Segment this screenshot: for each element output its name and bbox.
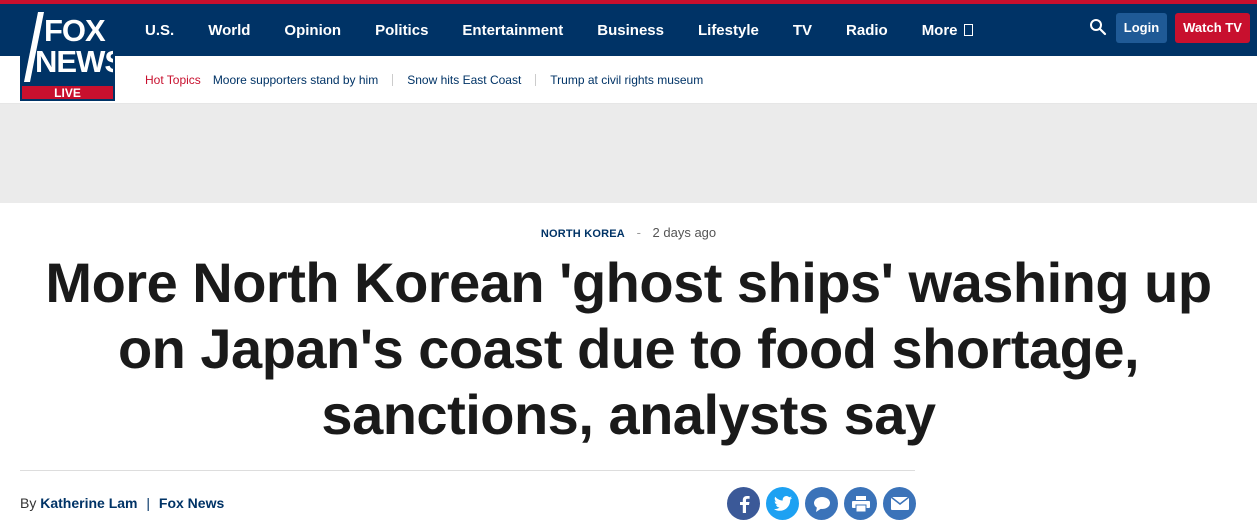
article-category-link[interactable]: NORTH KOREA xyxy=(541,228,625,240)
nav-item-more-label: More xyxy=(921,21,958,39)
nav-item-world[interactable]: World xyxy=(208,22,250,39)
print-share-button[interactable] xyxy=(844,487,877,520)
meta-separator: - xyxy=(636,225,641,240)
nav-item-politics[interactable]: Politics xyxy=(375,22,428,39)
article-timestamp: 2 days ago xyxy=(652,225,717,240)
fox-news-logo[interactable]: FOX NEWS LIVE xyxy=(20,8,115,101)
print-icon xyxy=(851,495,870,512)
facebook-share-button[interactable] xyxy=(727,487,760,520)
nav-item-us[interactable]: U.S. xyxy=(145,22,174,39)
nav-item-more[interactable]: More xyxy=(922,22,973,39)
hot-topic-link[interactable]: Trump at civil rights museum xyxy=(535,74,717,86)
hot-topics-label: Hot Topics xyxy=(145,73,201,87)
hot-topics: Hot Topics Moore supporters stand by him… xyxy=(145,56,717,104)
logo-fox-text: FOX xyxy=(44,13,106,48)
nav-item-radio[interactable]: Radio xyxy=(846,22,888,39)
byline-divider xyxy=(20,470,915,471)
byline-prefix: By xyxy=(20,495,37,511)
nav-item-business[interactable]: Business xyxy=(597,22,664,39)
facebook-icon xyxy=(739,495,750,513)
nav-item-entertainment[interactable]: Entertainment xyxy=(462,22,563,39)
share-buttons xyxy=(727,487,922,520)
twitter-share-button[interactable] xyxy=(766,487,799,520)
byline-separator: | xyxy=(146,495,151,511)
email-share-button[interactable] xyxy=(883,487,916,520)
source-link[interactable]: Fox News xyxy=(159,495,224,511)
logo-live-badge: LIVE xyxy=(22,86,113,99)
hot-topic-link[interactable]: Moore supporters stand by him xyxy=(213,74,392,86)
article-byline: By Katherine Lam | Fox News xyxy=(20,495,224,511)
login-button[interactable]: Login xyxy=(1116,13,1167,43)
twitter-icon xyxy=(773,496,792,511)
search-icon[interactable] xyxy=(1089,18,1107,36)
ad-placeholder xyxy=(0,104,1257,203)
comment-icon xyxy=(813,496,830,512)
comment-share-button[interactable] xyxy=(805,487,838,520)
author-link[interactable]: Katherine Lam xyxy=(40,495,137,511)
primary-nav: U.S. World Opinion Politics Entertainmen… xyxy=(145,4,1007,56)
more-menu-icon xyxy=(963,24,973,36)
nav-item-opinion[interactable]: Opinion xyxy=(284,22,341,39)
nav-item-lifestyle[interactable]: Lifestyle xyxy=(698,22,759,39)
watch-tv-button[interactable]: Watch TV xyxy=(1175,13,1250,43)
email-icon xyxy=(890,497,909,510)
article-headline: More North Korean 'ghost ships' washing … xyxy=(45,251,1212,446)
hot-topic-link[interactable]: Snow hits East Coast xyxy=(392,74,535,86)
logo-news-text: NEWS xyxy=(35,44,113,79)
article-meta: NORTH KOREA - 2 days ago xyxy=(0,225,1257,240)
nav-item-tv[interactable]: TV xyxy=(793,22,812,39)
